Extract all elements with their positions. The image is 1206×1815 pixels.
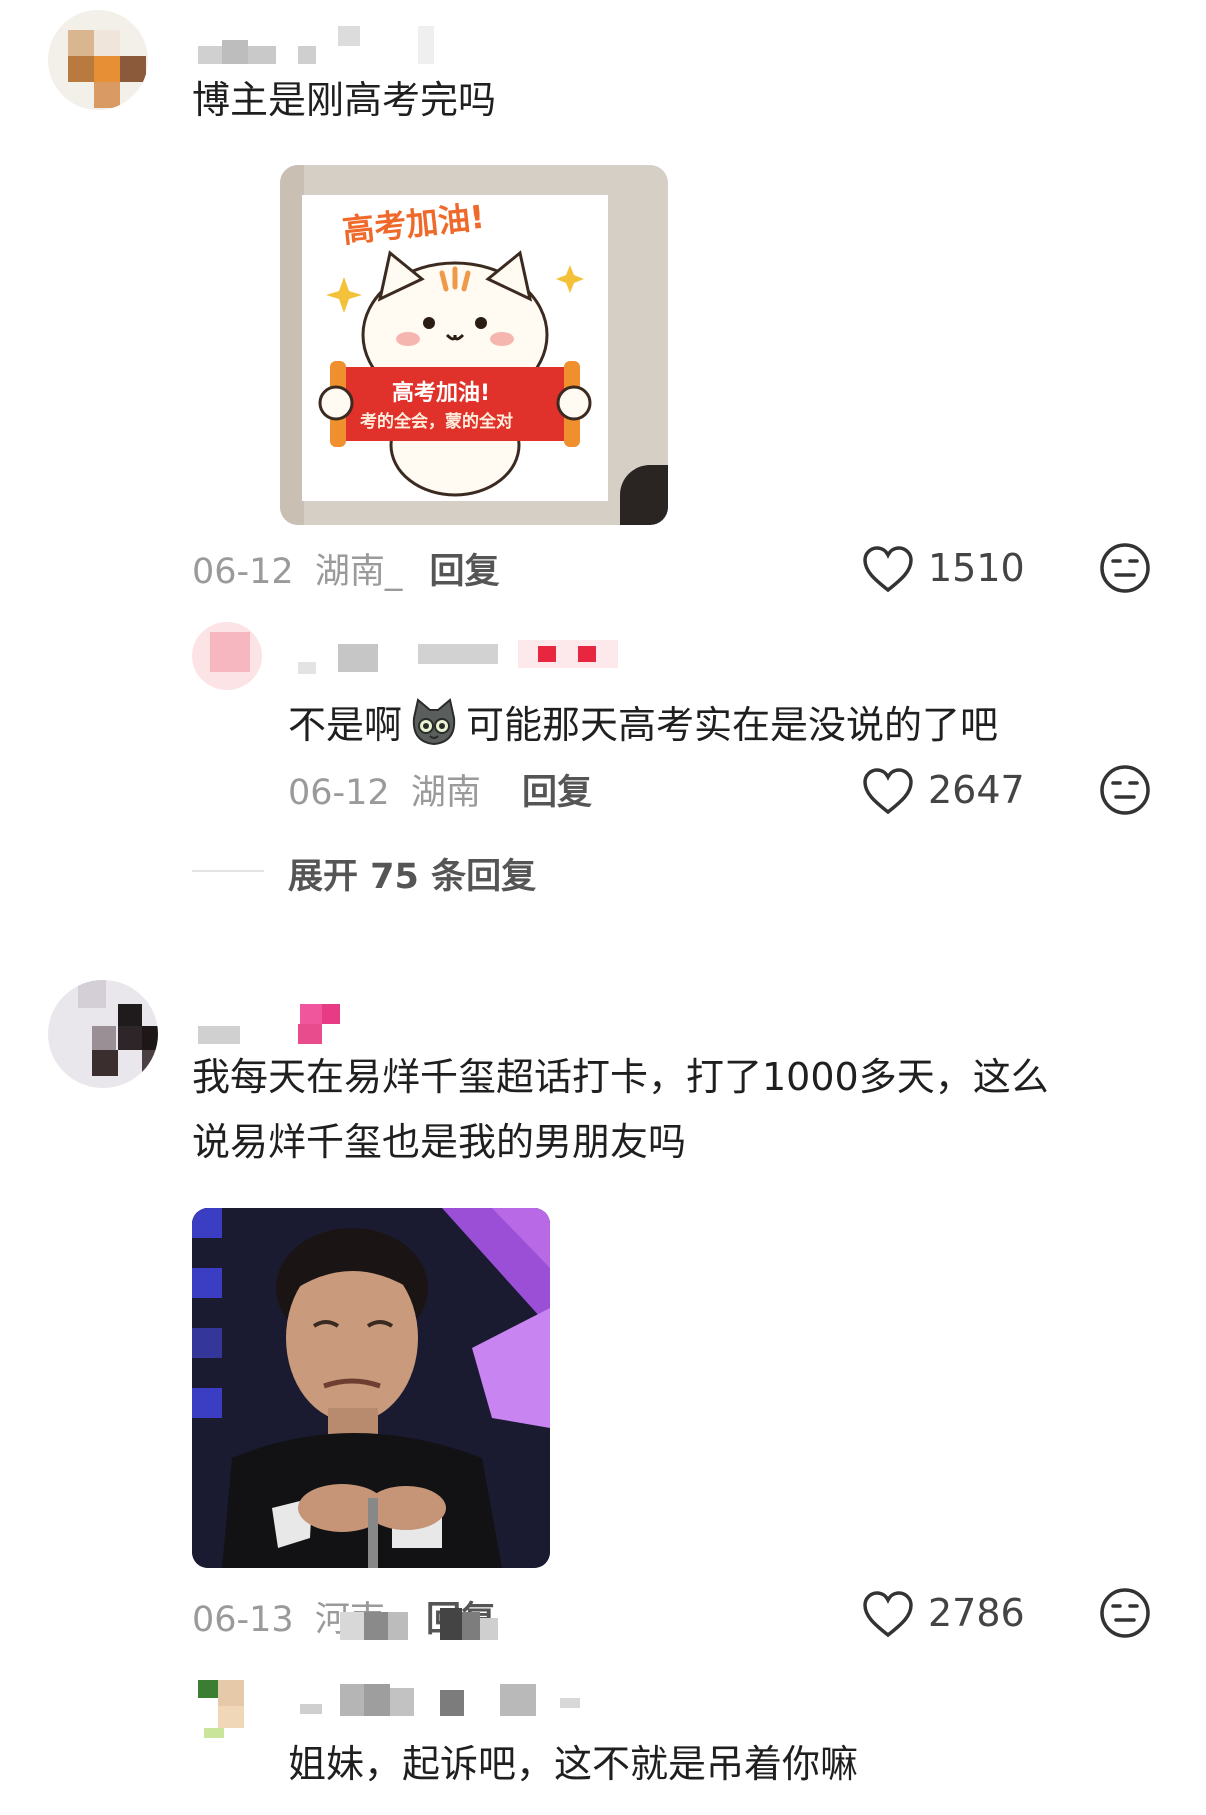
avatar[interactable] (48, 10, 148, 110)
comment-location: 湖南_ (314, 552, 403, 592)
sticker-banner-main: 高考加油! (392, 381, 491, 406)
comment-text-line2: 说易烊千玺也是我的男朋友吗 (192, 1120, 687, 1164)
reply-date: 06-12 (288, 773, 390, 813)
reply-username[interactable] (298, 640, 628, 676)
username[interactable] (198, 1004, 348, 1048)
reply-text-after: 可能那天高考实在是没说的了吧 (466, 702, 999, 747)
cat-face-emoji (408, 696, 460, 759)
heart-outline-icon (863, 1591, 913, 1638)
like-count: 1510 (928, 546, 1025, 590)
reply-like-count: 2647 (928, 768, 1025, 812)
reply-button[interactable]: 回复 (430, 552, 500, 592)
meme-photo[interactable] (192, 1208, 550, 1568)
dislike-button[interactable] (1098, 1586, 1152, 1640)
reply-text: 不是啊 可能那天高考实在是没说的了吧 (288, 696, 998, 759)
heart-outline-icon (863, 768, 913, 815)
person-photo-drawing (192, 1208, 550, 1568)
reply-like-button[interactable] (862, 767, 914, 815)
comment-meta: 06-12 湖南_ 回复 (192, 543, 500, 594)
heart-outline-icon (863, 546, 913, 593)
username[interactable] (198, 26, 438, 66)
reply-reply-button[interactable]: 回复 (522, 773, 592, 813)
like-button[interactable] (862, 545, 914, 593)
neutral-face-icon (1100, 765, 1150, 815)
reply-meta: 06-12 湖南 回复 (288, 764, 592, 815)
avatar[interactable] (48, 980, 158, 1088)
reply-text-before: 不是啊 (288, 702, 403, 747)
reply-avatar[interactable] (198, 1672, 268, 1740)
comment-text: 博主是刚高考完吗 (192, 78, 497, 122)
dislike-button[interactable] (1098, 541, 1152, 595)
sticker-card: 高考加油! 高考加油! 考的全会，蒙的全对 (302, 195, 608, 501)
comment-date: 06-12 (192, 552, 294, 592)
neutral-face-icon (1100, 1588, 1150, 1638)
like-button[interactable] (862, 1590, 914, 1638)
expand-divider (192, 870, 264, 872)
reply-avatar[interactable] (192, 622, 262, 690)
sticker-image[interactable]: 高考加油! 高考加油! 考的全会，蒙的全对 (280, 165, 668, 525)
pixel-overlay (340, 1608, 500, 1650)
reply-username[interactable] (300, 1684, 600, 1724)
comment-text-line1: 我每天在易烊千玺超话打卡，打了1000多天，这么 (192, 1055, 1049, 1099)
sticker-banner-sub: 考的全会，蒙的全对 (360, 412, 513, 432)
reply-dislike-button[interactable] (1098, 763, 1152, 817)
comment-date: 06-13 (192, 1600, 294, 1640)
neutral-face-icon (1100, 543, 1150, 593)
reply-text: 姐妹，起诉吧，这不就是吊着你嘛 (288, 1742, 859, 1786)
expand-replies-button[interactable]: 展开 75 条回复 (288, 848, 536, 899)
reply-location: 湖南 (410, 773, 481, 813)
like-count: 2786 (928, 1591, 1025, 1635)
